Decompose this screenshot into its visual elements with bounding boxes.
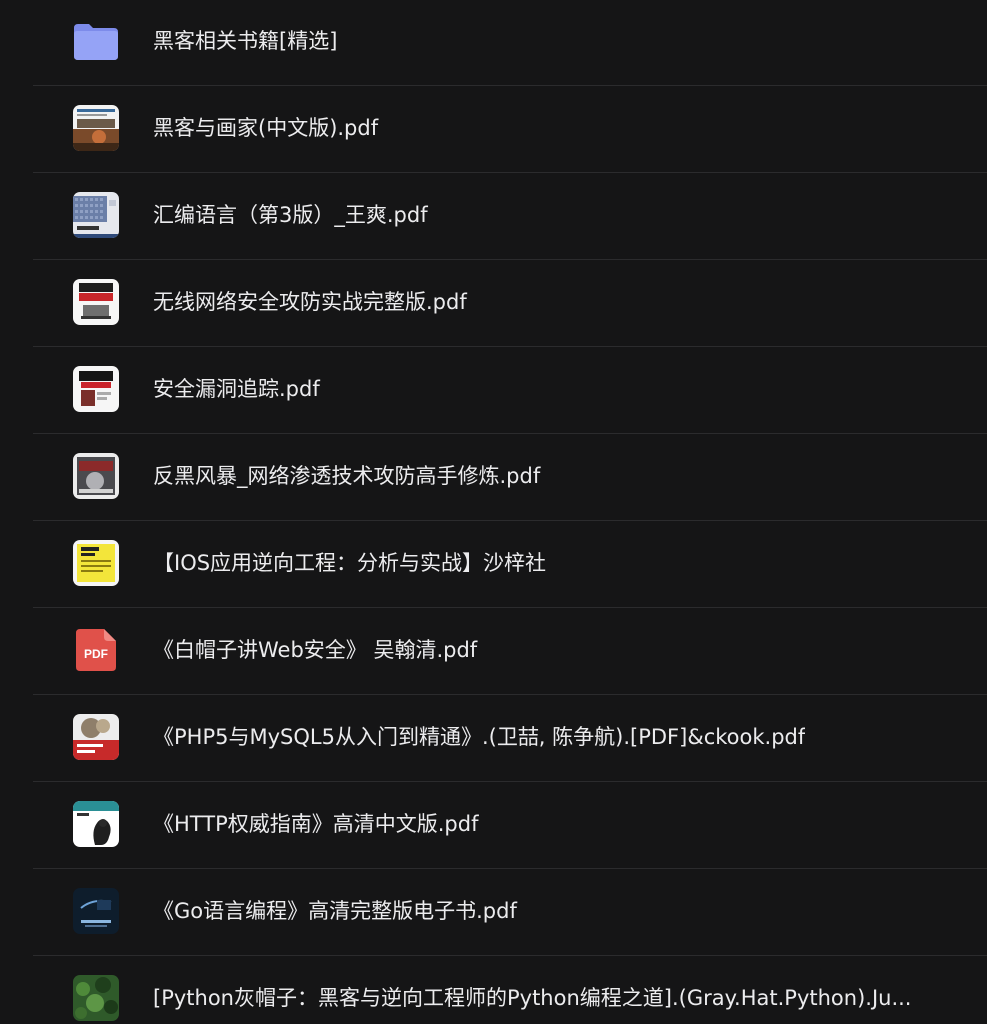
file-name: 《白帽子讲Web安全》 吴翰清.pdf [153, 638, 478, 662]
folder-icon [73, 18, 119, 64]
divider [33, 85, 987, 86]
book-cover-icon [73, 540, 119, 586]
list-item[interactable]: [Python灰帽子：黑客与逆向工程师的Python编程之道].(Gray.Ha… [0, 957, 987, 1024]
book-cover-icon [73, 453, 119, 499]
list-item[interactable]: 《HTTP权威指南》高清中文版.pdf [0, 783, 987, 869]
divider [33, 346, 987, 347]
list-item[interactable]: 汇编语言（第3版）_王爽.pdf [0, 174, 987, 260]
file-name: 《PHP5与MySQL5从入门到精通》.(卫喆, 陈争航).[PDF]&ckoo… [153, 725, 806, 749]
divider [33, 781, 987, 782]
list-item[interactable]: PDF 《白帽子讲Web安全》 吴翰清.pdf [0, 609, 987, 695]
file-name: 《Go语言编程》高清完整版电子书.pdf [153, 899, 517, 923]
book-cover-icon [73, 714, 119, 760]
list-item[interactable]: 《Go语言编程》高清完整版电子书.pdf [0, 870, 987, 956]
divider [33, 868, 987, 869]
book-cover-icon [73, 105, 119, 151]
file-name: 安全漏洞追踪.pdf [153, 377, 320, 401]
file-name: 无线网络安全攻防实战完整版.pdf [153, 290, 467, 314]
list-item[interactable]: 黑客与画家(中文版).pdf [0, 87, 987, 173]
book-cover-icon [73, 975, 119, 1021]
book-cover-icon [73, 801, 119, 847]
divider [33, 955, 987, 956]
list-item[interactable]: 反黑风暴_网络渗透技术攻防高手修炼.pdf [0, 435, 987, 521]
file-name: 黑客与画家(中文版).pdf [153, 116, 379, 140]
file-name: 黑客相关书籍[精选] [153, 29, 338, 53]
file-name: [Python灰帽子：黑客与逆向工程师的Python编程之道].(Gray.Ha… [153, 986, 912, 1010]
file-name: 《HTTP权威指南》高清中文版.pdf [153, 812, 479, 836]
divider [33, 694, 987, 695]
pdf-icon-label: PDF [84, 647, 108, 661]
file-name: 反黑风暴_网络渗透技术攻防高手修炼.pdf [153, 464, 541, 488]
divider [33, 607, 987, 608]
list-item[interactable]: 《PHP5与MySQL5从入门到精通》.(卫喆, 陈争航).[PDF]&ckoo… [0, 696, 987, 782]
book-cover-icon [73, 366, 119, 412]
book-cover-icon [73, 279, 119, 325]
divider [33, 172, 987, 173]
overlay-patch [586, 550, 856, 606]
divider [33, 259, 987, 260]
file-list: 黑客相关书籍[精选] 黑客与画家(中文版).pdf 汇编语言（第3版）_王爽.p… [0, 0, 987, 1024]
list-item[interactable]: 黑客相关书籍[精选] [0, 0, 987, 86]
pdf-icon: PDF [73, 627, 119, 673]
book-cover-icon [73, 888, 119, 934]
list-item[interactable]: 安全漏洞追踪.pdf [0, 348, 987, 434]
file-name: 汇编语言（第3版）_王爽.pdf [153, 203, 428, 227]
book-cover-icon [73, 192, 119, 238]
file-name: 【IOS应用逆向工程：分析与实战】沙梓社 [153, 551, 547, 575]
divider [33, 520, 987, 521]
divider [33, 433, 987, 434]
list-item[interactable]: 无线网络安全攻防实战完整版.pdf [0, 261, 987, 347]
